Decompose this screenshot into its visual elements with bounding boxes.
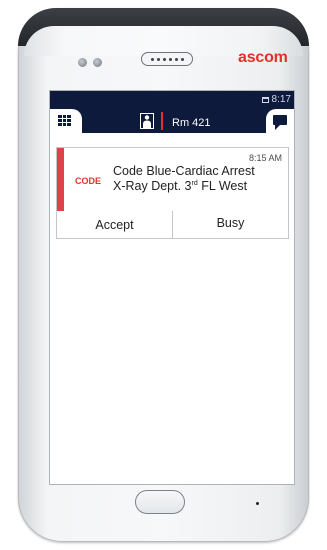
earpiece-speaker — [141, 52, 193, 66]
alarm-location-prefix: X-Ray Dept. 3 — [113, 179, 192, 193]
header-divider — [161, 112, 163, 130]
alarm-time: 8:15 AM — [248, 153, 282, 163]
messages-tab[interactable] — [266, 109, 294, 133]
alarm-title: Code Blue-Cardiac Arrest — [113, 164, 255, 178]
battery-icon — [261, 96, 269, 103]
status-bar: 8:17 — [50, 91, 294, 109]
chat-bubble-icon — [273, 115, 287, 130]
brand-logo: ascom — [238, 49, 288, 66]
battery-time: 8:17 — [261, 94, 291, 105]
menu-tab[interactable] — [50, 109, 82, 133]
sensor-dot-right — [93, 58, 102, 67]
device-screen: 8:17 Rm 421 8:15 AM CODE Code Blue-Cardi… — [49, 90, 295, 485]
busy-button[interactable]: Busy — [172, 211, 288, 238]
alarm-actions: Accept Busy — [56, 211, 289, 239]
status-time: 8:17 — [271, 94, 291, 105]
accept-button[interactable]: Accept — [57, 211, 172, 238]
indicator-dot — [256, 502, 259, 505]
alarm-location-suffix: FL West — [197, 179, 248, 193]
patient-icon — [140, 113, 154, 129]
home-button[interactable] — [135, 490, 185, 514]
alarm-location: X-Ray Dept. 3rd FL West — [113, 179, 247, 193]
sensor-dot-left — [78, 58, 87, 67]
room-label: Rm 421 — [172, 117, 211, 129]
alarm-type-label: CODE — [75, 176, 102, 186]
alarm-priority-stripe — [57, 148, 64, 211]
grid-menu-icon — [58, 115, 71, 126]
alarm-card[interactable]: 8:15 AM CODE Code Blue-Cardiac Arrest X-… — [56, 147, 289, 212]
